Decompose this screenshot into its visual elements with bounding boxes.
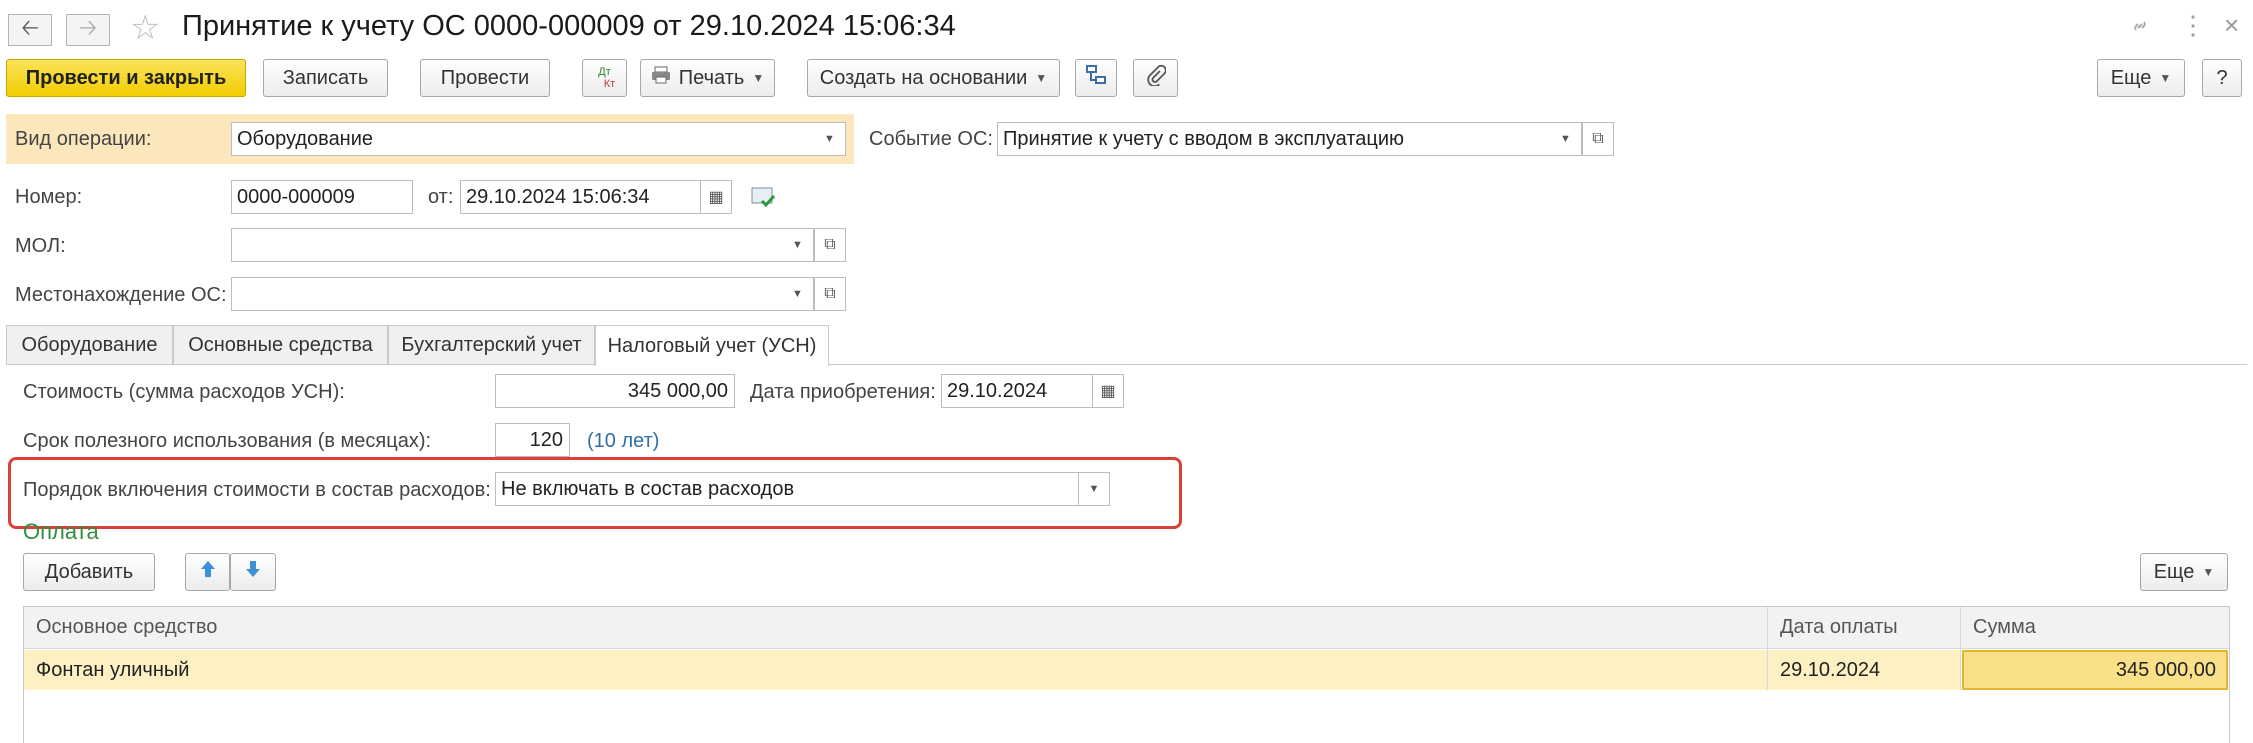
- window-title: Принятие к учету ОС 0000-000009 от 29.10…: [182, 10, 956, 42]
- location-open-button[interactable]: ⧉: [814, 277, 846, 311]
- open-icon: ⧉: [824, 236, 836, 253]
- post-and-close-button[interactable]: Провести и закрыть: [6, 59, 246, 97]
- forward-arrow-icon: 🡢: [79, 15, 97, 40]
- expense-order-label: Порядок включения стоимости в состав рас…: [23, 479, 491, 501]
- chevron-down-icon: ▼: [2202, 565, 2215, 579]
- arrow-down-icon: [244, 559, 262, 585]
- mol-field[interactable]: [231, 228, 786, 262]
- debit-credit-icon: Дт: [598, 66, 611, 78]
- date-calendar-button[interactable]: ▦: [700, 180, 732, 214]
- move-down-button[interactable]: [230, 553, 276, 591]
- event-field[interactable]: Принятие к учету с вводом в эксплуатацию: [997, 122, 1562, 156]
- chevron-down-icon: ▼: [792, 239, 803, 251]
- acquisition-date-calendar-button[interactable]: ▦: [1092, 374, 1124, 408]
- chevron-down-icon: ▼: [1088, 483, 1100, 495]
- column-header-asset[interactable]: Основное средство: [24, 607, 1768, 649]
- tab-accounting[interactable]: Бухгалтерский учет: [388, 325, 595, 365]
- move-up-button[interactable]: [185, 553, 230, 591]
- acquisition-date-label: Дата приобретения:: [750, 381, 936, 403]
- attach-button[interactable]: [1133, 59, 1178, 97]
- column-header-payment-date[interactable]: Дата оплаты: [1768, 607, 1961, 649]
- status-check-icon[interactable]: [750, 184, 776, 216]
- tab-equipment[interactable]: Оборудование: [6, 325, 173, 365]
- printer-icon: [651, 66, 671, 90]
- chevron-down-icon: ▼: [1560, 133, 1571, 145]
- tab-tax-usn[interactable]: Налоговый учет (УСН): [595, 325, 829, 366]
- table-row-asset[interactable]: Фонтан уличный: [24, 650, 1767, 690]
- cost-label: Стоимость (сумма расходов УСН):: [23, 381, 345, 403]
- column-divider: [1960, 607, 1961, 690]
- tab-divider: [6, 364, 2247, 365]
- location-label: Местонахождение ОС:: [15, 284, 227, 306]
- help-button[interactable]: ?: [2202, 59, 2242, 97]
- structure-icon: [1085, 64, 1107, 92]
- arrow-up-icon: [199, 559, 217, 585]
- date-label: от:: [428, 186, 454, 208]
- operation-type-field[interactable]: Оборудование: [231, 122, 815, 156]
- structure-button[interactable]: [1075, 59, 1117, 97]
- expense-order-field[interactable]: Не включать в состав расходов: [495, 472, 1080, 506]
- mol-open-button[interactable]: ⧉: [814, 228, 846, 262]
- add-button[interactable]: Добавить: [23, 553, 155, 591]
- column-header-sum[interactable]: Сумма: [1961, 607, 2229, 649]
- close-icon[interactable]: ×: [2224, 10, 2239, 41]
- location-dropdown[interactable]: ▼: [782, 277, 814, 311]
- useful-life-field[interactable]: 120: [495, 423, 570, 457]
- operation-type-dropdown[interactable]: ▼: [814, 122, 846, 156]
- save-button[interactable]: Записать: [263, 59, 388, 97]
- operation-type-label: Вид операции:: [15, 128, 152, 150]
- mol-label: МОЛ:: [15, 235, 66, 257]
- location-field[interactable]: [231, 277, 786, 311]
- link-icon[interactable]: [2128, 14, 2152, 44]
- number-label: Номер:: [15, 186, 83, 208]
- payment-more-button[interactable]: Еще ▼: [2140, 553, 2228, 591]
- event-label: Событие ОС:: [869, 128, 993, 150]
- chevron-down-icon: ▼: [792, 288, 803, 300]
- acquisition-date-field[interactable]: 29.10.2024: [941, 374, 1096, 408]
- event-open-button[interactable]: ⧉: [1582, 122, 1614, 156]
- mol-dropdown[interactable]: ▼: [782, 228, 814, 262]
- useful-life-years: (10 лет): [587, 430, 660, 452]
- useful-life-label: Срок полезного использования (в месяцах)…: [23, 430, 432, 452]
- table-row-sum[interactable]: 345 000,00: [1962, 650, 2228, 690]
- print-button[interactable]: Печать ▼: [640, 59, 775, 97]
- number-field[interactable]: 0000-000009: [231, 180, 413, 214]
- create-based-on-button[interactable]: Создать на основании ▼: [807, 59, 1060, 97]
- chevron-down-icon: ▼: [824, 133, 835, 145]
- open-icon: ⧉: [1592, 130, 1604, 147]
- chevron-down-icon: ▼: [752, 71, 765, 85]
- calendar-icon: ▦: [708, 189, 724, 206]
- expense-order-dropdown[interactable]: ▼: [1078, 472, 1110, 506]
- table-row-payment-date[interactable]: 29.10.2024: [1768, 650, 1960, 690]
- open-icon: ⧉: [824, 285, 836, 302]
- event-dropdown[interactable]: ▼: [1550, 122, 1582, 156]
- calendar-icon: ▦: [1100, 383, 1116, 400]
- dtkt-button[interactable]: Дт Кт: [582, 59, 627, 97]
- back-arrow-icon: 🡠: [21, 15, 39, 40]
- forward-button[interactable]: 🡢: [66, 14, 110, 46]
- tab-fixed-assets[interactable]: Основные средства: [173, 325, 388, 365]
- kebab-icon[interactable]: ⋮: [2180, 10, 2206, 41]
- post-button[interactable]: Провести: [420, 59, 550, 97]
- more-button[interactable]: Еще ▼: [2097, 59, 2185, 97]
- chevron-down-icon: ▼: [1035, 71, 1048, 85]
- back-button[interactable]: 🡠: [8, 14, 52, 46]
- date-field[interactable]: 29.10.2024 15:06:34: [460, 180, 705, 214]
- star-icon[interactable]: ☆: [130, 8, 160, 48]
- paperclip-icon: [1146, 64, 1167, 92]
- chevron-down-icon: ▼: [2159, 71, 2172, 85]
- payment-section-title: Оплата: [23, 519, 99, 544]
- cost-field[interactable]: 345 000,00: [495, 374, 735, 408]
